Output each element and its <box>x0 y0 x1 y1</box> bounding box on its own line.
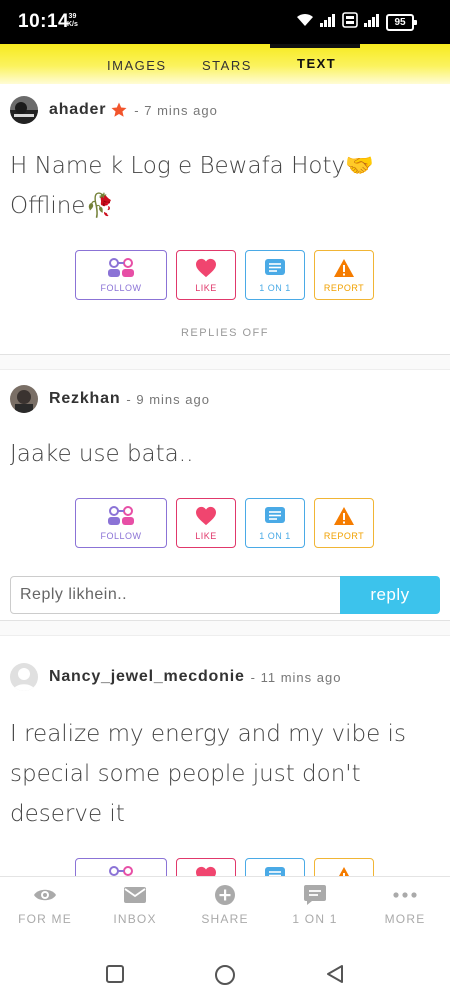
signal-icon-2 <box>364 13 379 27</box>
back-icon[interactable] <box>325 964 345 984</box>
eye-icon <box>34 889 56 901</box>
network-speed: 39 K/s <box>67 13 78 28</box>
post-header: ahader - 7 mins ago <box>10 95 218 125</box>
username[interactable]: Nancy_jewel_mecdonie <box>49 668 245 686</box>
divider <box>0 620 450 636</box>
heart-icon <box>196 506 216 526</box>
timestamp: - 7 mins ago <box>134 102 218 118</box>
tab-text[interactable]: TEXT <box>297 56 336 71</box>
avatar[interactable] <box>10 663 38 691</box>
message-icon <box>265 259 285 275</box>
feed[interactable]: ahader - 7 mins ago H Name k Log e Bewaf… <box>0 84 450 876</box>
timestamp: - 9 mins ago <box>126 391 210 407</box>
post-header: Rezkhan - 9 mins ago <box>10 384 210 414</box>
post-text: Jaake use bata.. <box>10 441 194 467</box>
post-text: H Name k Log e Bewafa Hoty🤝 Offline🥀 <box>10 153 374 219</box>
post-actions: FOLLOW LIKE 1 ON 1 REPORT <box>75 498 374 548</box>
home-icon[interactable] <box>214 964 236 986</box>
mail-icon <box>124 887 146 903</box>
nav-inbox[interactable]: INBOX <box>90 883 180 926</box>
tab-bar: IMAGES STARS TEXT <box>0 44 450 84</box>
nav-one-on-one[interactable]: 1 ON 1 <box>270 883 360 926</box>
one-on-one-button[interactable]: 1 ON 1 <box>245 498 305 548</box>
report-button[interactable]: REPORT <box>314 250 374 300</box>
wifi-icon <box>297 13 313 26</box>
volte-icon <box>342 12 358 28</box>
signal-icon <box>320 13 335 27</box>
username[interactable]: Rezkhan <box>49 390 120 408</box>
divider <box>0 354 450 370</box>
username[interactable]: ahader <box>49 101 106 119</box>
like-button[interactable]: LIKE <box>176 858 236 876</box>
system-nav-bar <box>0 940 450 1005</box>
message-icon <box>265 507 285 523</box>
active-tab-indicator <box>270 44 360 48</box>
tab-images[interactable]: IMAGES <box>107 58 167 73</box>
status-icons <box>296 12 380 28</box>
chat-icon <box>304 885 326 905</box>
warning-icon <box>339 867 349 876</box>
one-on-one-button[interactable]: 1 ON 1 <box>245 250 305 300</box>
timestamp: - 11 mins ago <box>250 669 342 685</box>
post-text: I realize my energy and my vibe is speci… <box>10 721 406 827</box>
nav-more[interactable]: MORE <box>360 883 450 926</box>
reply-row: reply <box>10 576 440 614</box>
post-actions: FOLLOW LIKE 1 ON 1 REPORT <box>75 858 374 876</box>
one-on-one-button[interactable]: 1 ON 1 <box>245 858 305 876</box>
report-button[interactable]: REPORT <box>314 858 374 876</box>
star-badge-icon <box>111 102 127 117</box>
follow-icon <box>108 258 134 277</box>
tab-stars[interactable]: STARS <box>202 58 252 73</box>
follow-icon <box>109 866 133 876</box>
like-button[interactable]: LIKE <box>176 250 236 300</box>
nav-for-me[interactable]: FOR ME <box>0 883 90 926</box>
bottom-nav: FOR ME INBOX SHARE 1 ON 1 MORE <box>0 876 450 941</box>
battery-icon: 95 <box>386 14 417 31</box>
post-actions: FOLLOW LIKE 1 ON 1 REPORT <box>75 250 374 300</box>
replies-off-label: REPLIES OFF <box>180 327 270 339</box>
warning-icon <box>334 507 354 525</box>
avatar[interactable] <box>10 96 38 124</box>
follow-button[interactable]: FOLLOW <box>75 250 167 300</box>
reply-input[interactable] <box>10 576 341 614</box>
warning-icon <box>334 259 354 277</box>
follow-icon <box>108 506 134 525</box>
more-dots-icon <box>393 892 417 898</box>
message-icon <box>265 867 285 876</box>
heart-icon <box>196 258 216 278</box>
plus-circle-icon <box>215 885 235 905</box>
status-bar: 10:14 39 K/s 95 <box>0 0 450 44</box>
post-header: Nancy_jewel_mecdonie - 11 mins ago <box>10 662 341 692</box>
status-time: 10:14 <box>18 11 70 32</box>
like-button[interactable]: LIKE <box>176 498 236 548</box>
recent-apps-icon[interactable] <box>105 964 125 984</box>
heart-icon <box>196 866 216 876</box>
follow-button[interactable]: FOLLOW <box>75 498 167 548</box>
nav-share[interactable]: SHARE <box>180 883 270 926</box>
reply-button[interactable]: reply <box>340 576 440 614</box>
follow-button[interactable]: FOLLOW <box>75 858 167 876</box>
avatar[interactable] <box>10 385 38 413</box>
report-button[interactable]: REPORT <box>314 498 374 548</box>
